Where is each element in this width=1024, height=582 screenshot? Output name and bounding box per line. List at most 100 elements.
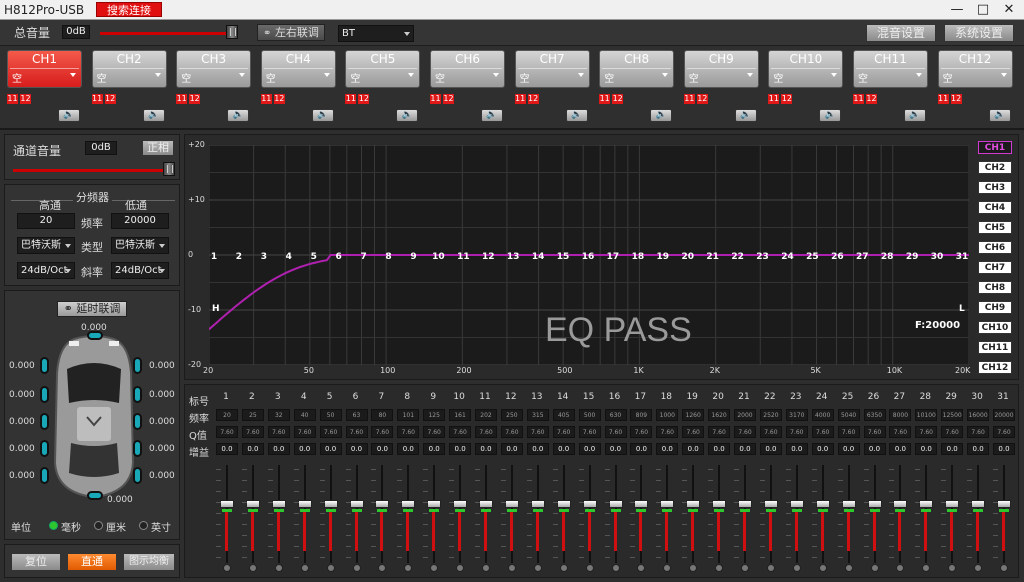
right-speaker-4[interactable]: [133, 440, 142, 457]
band-freq-input[interactable]: 16000: [967, 409, 990, 421]
band-reset-knob[interactable]: [870, 564, 879, 572]
fader-thumb[interactable]: [919, 500, 934, 508]
channel-tag-11[interactable]: 11: [514, 94, 526, 104]
channel-tag-12[interactable]: 12: [612, 94, 624, 104]
band-marker[interactable]: 25: [806, 252, 819, 262]
band-gain-input[interactable]: 0.0: [475, 443, 497, 455]
left-speaker-5[interactable]: [40, 467, 49, 484]
fader-thumb[interactable]: [971, 500, 986, 508]
channel-tag-12[interactable]: 12: [527, 94, 539, 104]
band-gain-input[interactable]: 0.0: [993, 443, 1015, 455]
band-gain-input[interactable]: 0.0: [941, 443, 964, 455]
band-reset-knob[interactable]: [404, 564, 413, 572]
band-marker[interactable]: 4: [286, 252, 292, 262]
band-q-input[interactable]: 7.60: [449, 426, 472, 438]
channel-tag-12[interactable]: 12: [20, 94, 31, 104]
band-reset-knob[interactable]: [352, 564, 361, 572]
band-q-input[interactable]: 7.60: [526, 426, 549, 438]
fader-thumb[interactable]: [427, 500, 442, 508]
band-q-input[interactable]: 7.60: [423, 426, 446, 438]
right-speaker-5[interactable]: [133, 467, 142, 484]
fader-thumb[interactable]: [530, 500, 545, 508]
speaker-mute-icon[interactable]: 🔈: [311, 109, 334, 122]
eq-plot[interactable]: 1 2 3 4 5 6 7 8 9 10 11 12 13 14 15 16 17 18 19 20 21 22 23 24 2…: [209, 145, 969, 365]
band-reset-knob[interactable]: [326, 564, 335, 572]
band-gain-input[interactable]: 0.0: [241, 443, 264, 455]
speaker-mute-icon[interactable]: 🔈: [481, 109, 503, 122]
right-speaker-1[interactable]: [133, 357, 142, 374]
left-speaker-1[interactable]: [40, 357, 49, 374]
system-settings-button[interactable]: 系统设置: [944, 24, 1014, 42]
graph-channel-button[interactable]: CH6: [978, 241, 1012, 254]
band-q-input[interactable]: 7.60: [345, 426, 368, 438]
channel-select-button[interactable]: CH5 空: [345, 50, 421, 88]
band-q-input[interactable]: 7.60: [475, 426, 497, 438]
band-gain-input[interactable]: 0.0: [526, 443, 549, 455]
band-reset-knob[interactable]: [559, 564, 568, 572]
channel-tag-11[interactable]: 11: [683, 94, 695, 104]
band-reset-knob[interactable]: [637, 564, 646, 572]
band-reset-knob[interactable]: [430, 564, 439, 572]
channel-tag-11[interactable]: 11: [91, 94, 103, 104]
band-freq-input[interactable]: 6350: [863, 409, 886, 421]
channel-tag-11[interactable]: 11: [260, 94, 272, 104]
speaker-mute-icon[interactable]: 🔈: [565, 109, 588, 122]
band-freq-input[interactable]: 25: [241, 409, 264, 421]
band-freq-input[interactable]: 40: [293, 409, 316, 421]
channel-tag-12[interactable]: 12: [950, 94, 962, 104]
band-reset-knob[interactable]: [974, 564, 983, 572]
band-reset-knob[interactable]: [663, 564, 672, 572]
band-gain-input[interactable]: 0.0: [293, 443, 316, 455]
bypass-button[interactable]: 直通: [67, 553, 117, 571]
channel-tag-11[interactable]: 11: [937, 94, 949, 104]
band-q-input[interactable]: 7.60: [863, 426, 886, 438]
lp-type-select[interactable]: 巴特沃斯: [111, 237, 169, 254]
fader-thumb[interactable]: [997, 500, 1011, 508]
graph-channel-button[interactable]: CH10: [978, 321, 1012, 334]
band-q-input[interactable]: 7.60: [941, 426, 964, 438]
band-q-input[interactable]: 7.60: [656, 426, 679, 438]
band-marker[interactable]: 31: [956, 252, 969, 262]
band-freq-input[interactable]: 809: [630, 409, 653, 421]
fader-thumb[interactable]: [271, 500, 286, 508]
channel-select-button[interactable]: CH4 空: [260, 50, 336, 88]
band-marker[interactable]: 10: [432, 252, 445, 262]
band-gain-input[interactable]: 0.0: [578, 443, 601, 455]
hp-freq-input[interactable]: 20: [17, 213, 75, 229]
unit-cm-radio[interactable]: [94, 521, 103, 530]
channel-select-button[interactable]: CH9 空: [683, 50, 759, 88]
channel-select-button[interactable]: CH7 空: [514, 50, 590, 88]
band-q-input[interactable]: 7.60: [293, 426, 316, 438]
band-q-input[interactable]: 7.60: [759, 426, 782, 438]
band-freq-input[interactable]: 2000: [734, 409, 756, 421]
band-q-input[interactable]: 7.60: [734, 426, 756, 438]
hp-type-select[interactable]: 巴特沃斯: [17, 237, 75, 254]
band-q-input[interactable]: 7.60: [371, 426, 394, 438]
band-freq-input[interactable]: 500: [578, 409, 601, 421]
delay-link-button[interactable]: ⚭ 延时联调: [57, 301, 127, 317]
unit-inch-label[interactable]: 英寸: [151, 519, 171, 534]
channel-tag-12[interactable]: 12: [104, 94, 116, 104]
band-freq-input[interactable]: 63: [345, 409, 368, 421]
band-marker[interactable]: 30: [931, 252, 944, 262]
lowpass-label[interactable]: 低通: [125, 197, 147, 213]
fader-thumb[interactable]: [763, 500, 778, 508]
band-gain-input[interactable]: 0.0: [371, 443, 394, 455]
band-freq-input[interactable]: 20000: [993, 409, 1015, 421]
band-reset-knob[interactable]: [611, 564, 620, 572]
band-marker[interactable]: 1: [211, 252, 217, 262]
channel-tag-11[interactable]: 11: [853, 94, 864, 104]
channel-tag-12[interactable]: 12: [781, 94, 793, 104]
fader-thumb[interactable]: [789, 500, 804, 508]
band-q-input[interactable]: 7.60: [708, 426, 731, 438]
band-marker[interactable]: 20: [681, 252, 694, 262]
band-gain-input[interactable]: 0.0: [759, 443, 782, 455]
hp-slope-select[interactable]: 24dB/Oct: [17, 262, 75, 279]
channel-tag-11[interactable]: 11: [599, 94, 611, 104]
band-gain-input[interactable]: 0.0: [889, 443, 912, 455]
band-q-input[interactable]: 7.60: [500, 426, 523, 438]
band-marker[interactable]: 9: [410, 252, 416, 262]
band-marker[interactable]: 14: [532, 252, 545, 262]
lp-freq-input[interactable]: 20000: [111, 213, 169, 229]
right-speaker-2[interactable]: [133, 386, 142, 403]
